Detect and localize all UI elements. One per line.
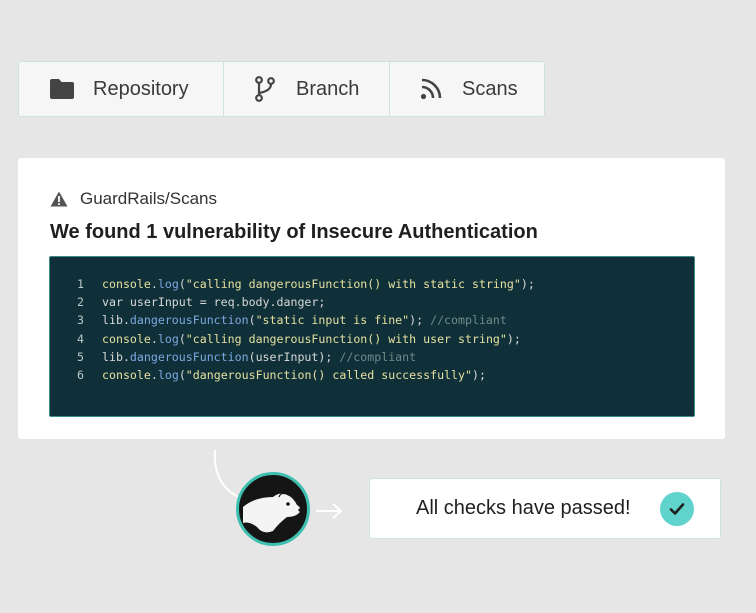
check-icon [660,492,694,526]
guardrails-bear-logo [236,472,310,546]
checks-passed-banner: All checks have passed! [369,478,721,539]
status-message: All checks have passed! [416,497,631,519]
arrow-right-icon [316,503,343,519]
